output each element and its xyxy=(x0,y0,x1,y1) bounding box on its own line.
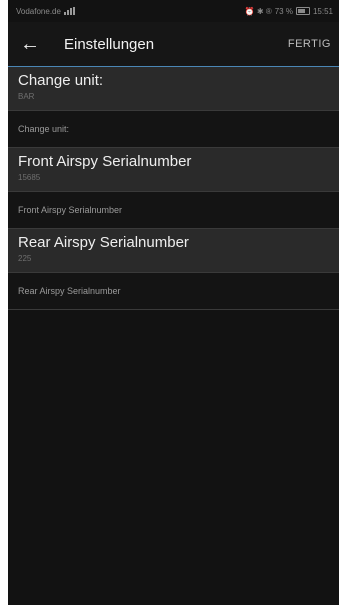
category-change-unit: Change unit: xyxy=(8,111,339,148)
category-rear-airspy-serial: Rear Airspy Serialnumber xyxy=(8,273,339,310)
clock: 15:51 xyxy=(312,6,333,16)
pref-change-unit[interactable]: Change unit: BAR xyxy=(8,67,339,111)
pref-value: BAR xyxy=(18,92,35,101)
battery-percent: 73 % xyxy=(274,6,293,16)
status-bar: Vodafone.de ⏰ ✱ ® 73 % 15:51 xyxy=(8,0,339,22)
carrier-label: Vodafone.de xyxy=(16,6,61,16)
app-screen: Vodafone.de ⏰ ✱ ® 73 % 15:51 ← Einstellu… xyxy=(8,0,339,605)
pref-title: Front Airspy Serialnumber xyxy=(18,153,192,170)
category-front-airspy-serial: Front Airspy Serialnumber xyxy=(8,192,339,229)
app-bar: ← Einstellungen FERTIG xyxy=(8,22,339,67)
pref-front-airspy-serial[interactable]: Front Airspy Serialnumber 15685 xyxy=(8,148,339,192)
pref-value: 225 xyxy=(18,254,32,263)
battery-icon xyxy=(295,7,310,15)
pref-rear-airspy-serial[interactable]: Rear Airspy Serialnumber 225 xyxy=(8,229,339,273)
done-button[interactable]: FERTIG xyxy=(288,22,331,66)
page-title: Einstellungen xyxy=(64,35,155,53)
status-left: Vodafone.de xyxy=(16,7,75,16)
pref-value: 15685 xyxy=(18,173,41,182)
status-icons: ⏰ ✱ ® xyxy=(244,6,272,16)
settings-list: Change unit: BAR Change unit: Front Airs… xyxy=(8,67,339,310)
status-right: ⏰ ✱ ® 73 % 15:51 xyxy=(245,7,333,16)
back-arrow-icon[interactable]: ← xyxy=(10,22,50,66)
pref-title: Rear Airspy Serialnumber xyxy=(18,234,189,251)
signal-icon xyxy=(63,7,75,15)
pref-title: Change unit: xyxy=(18,72,104,89)
